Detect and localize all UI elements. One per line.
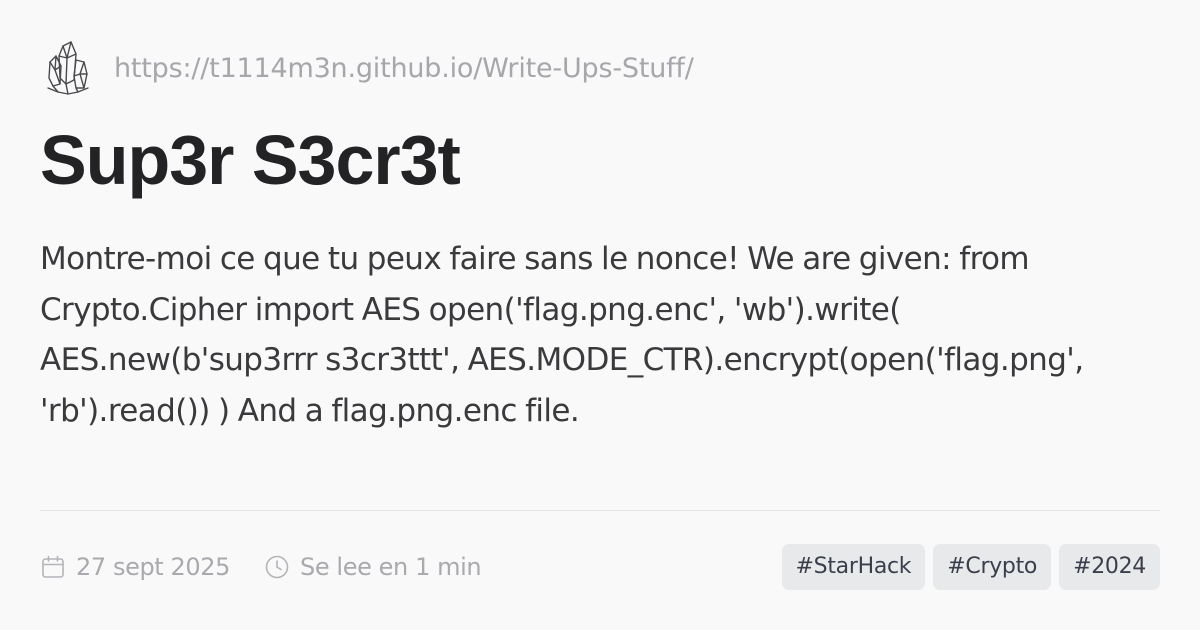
post-description: Montre-moi ce que tu peux faire sans le … [40, 241, 1084, 429]
calendar-icon [40, 554, 66, 580]
post-date-text: 27 sept 2025 [76, 553, 230, 581]
tag-list: #StarHack #Crypto #2024 [774, 544, 1160, 590]
tag-2024[interactable]: #2024 [1059, 544, 1160, 590]
crystal-cluster-icon [46, 40, 90, 96]
divider [40, 510, 1160, 511]
reading-time: Se lee en 1 min [264, 553, 482, 581]
post-preview-card: https://t1114m3n.github.io/Write-Ups-Stu… [0, 0, 1200, 630]
post-title: Sup3r S3cr3t [40, 121, 461, 199]
tag-crypto[interactable]: #Crypto [933, 544, 1052, 590]
tag-starhack[interactable]: #StarHack [781, 544, 926, 590]
post-date: 27 sept 2025 [40, 553, 230, 581]
post-meta: 27 sept 2025 Se lee en 1 min [40, 544, 482, 590]
reading-time-text: Se lee en 1 min [300, 553, 482, 581]
clock-icon [264, 554, 290, 580]
site-url-link[interactable]: https://t1114m3n.github.io/Write-Ups-Stu… [114, 53, 694, 84]
site-header: https://t1114m3n.github.io/Write-Ups-Stu… [46, 40, 694, 96]
